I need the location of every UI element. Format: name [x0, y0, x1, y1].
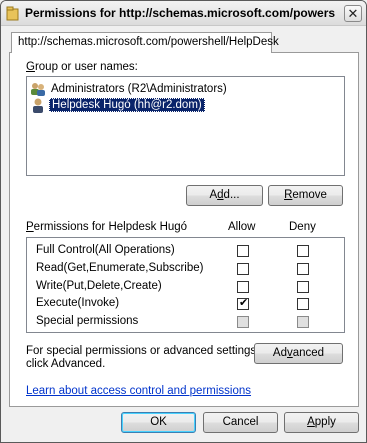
tab-helpdesk[interactable]: http://schemas.microsoft.com/powershell/…: [11, 32, 279, 53]
title-bar[interactable]: Permissions for http://schemas.microsoft…: [1, 1, 366, 26]
special-permissions-text-2: click Advanced.: [26, 358, 106, 370]
user-icon: [33, 98, 43, 113]
read-allow-checkbox[interactable]: [237, 263, 249, 275]
special-allow-checkbox: [237, 316, 249, 328]
execute-allow-checkbox[interactable]: ✔: [237, 297, 249, 310]
ok-button[interactable]: OK: [121, 412, 196, 433]
permissions-header: Permissions for Helpdesk Hugó: [26, 221, 188, 233]
execute-deny-checkbox[interactable]: [297, 298, 309, 310]
permission-label: Write(Put,Delete,Create): [36, 280, 162, 292]
group-icon: [31, 83, 45, 96]
permission-row: Read(Get,Enumerate,Subscribe): [27, 260, 344, 277]
permission-row: Execute(Invoke) ✔: [27, 295, 344, 312]
permission-label: Read(Get,Enumerate,Subscribe): [36, 262, 204, 274]
cancel-button[interactable]: Cancel: [203, 412, 278, 433]
write-deny-checkbox[interactable]: [297, 281, 309, 293]
deny-header: Deny: [289, 221, 316, 233]
remove-button[interactable]: Remove: [268, 185, 343, 206]
window-title: Permissions for http://schemas.microsoft…: [25, 6, 335, 20]
learn-more-link[interactable]: Learn about access control and permissio…: [26, 385, 251, 397]
permission-row: Special permissions: [27, 313, 344, 330]
permission-row: Full Control(All Operations): [27, 242, 344, 259]
close-button[interactable]: ✕: [344, 5, 362, 22]
add-button[interactable]: Add...: [186, 185, 263, 206]
permission-row: Write(Put,Delete,Create): [27, 278, 344, 295]
read-deny-checkbox[interactable]: [297, 263, 309, 275]
list-item-label: Administrators (R2\Administrators): [51, 83, 227, 95]
permission-label: Execute(Invoke): [36, 297, 120, 309]
full-control-allow-checkbox[interactable]: [237, 245, 249, 257]
list-item[interactable]: Helpdesk Hugó (hh@r2.dom): [30, 97, 340, 113]
special-permissions-text-1: For special permissions or advanced sett…: [26, 345, 260, 357]
allow-header: Allow: [228, 221, 256, 233]
permission-label: Special permissions: [36, 315, 139, 327]
advanced-button[interactable]: Advanced: [254, 343, 343, 364]
group-list-label: Group or user names:: [26, 61, 138, 73]
write-allow-checkbox[interactable]: [237, 281, 249, 293]
checkmark-icon: ✔: [239, 297, 249, 309]
permission-label: Full Control(All Operations): [36, 244, 175, 256]
folder-icon: [6, 6, 19, 21]
full-control-deny-checkbox[interactable]: [297, 245, 309, 257]
list-item-label: Helpdesk Hugó (hh@r2.dom): [49, 98, 205, 112]
group-user-list[interactable]: Administrators (R2\Administrators) Helpd…: [26, 76, 345, 176]
list-item[interactable]: Administrators (R2\Administrators): [30, 81, 340, 97]
apply-button[interactable]: Apply: [284, 412, 359, 433]
permissions-dialog: Permissions for http://schemas.microsoft…: [0, 0, 367, 443]
special-deny-checkbox: [297, 316, 309, 328]
permissions-list: Full Control(All Operations) Read(Get,En…: [26, 237, 345, 333]
